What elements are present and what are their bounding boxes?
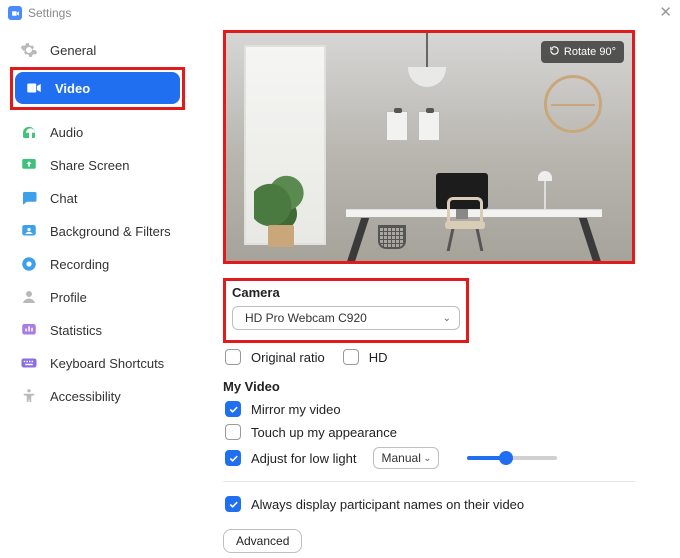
sidebar-item-profile[interactable]: Profile [10, 281, 185, 313]
slider-fill [467, 456, 501, 460]
statistics-icon [20, 321, 38, 339]
share-screen-icon [20, 156, 38, 174]
my-video-heading: My Video [223, 379, 660, 394]
rotate-label: Rotate 90° [564, 46, 616, 58]
sidebar-item-label: Accessibility [50, 389, 121, 404]
settings-window: General Video Audio Share Screen [0, 26, 680, 558]
headphones-icon [20, 123, 38, 141]
recording-icon [20, 255, 38, 273]
chat-icon [20, 189, 38, 207]
zoom-logo-icon [8, 6, 22, 20]
sidebar-item-label: Statistics [50, 323, 102, 338]
camera-selected-value: HD Pro Webcam C920 [245, 311, 367, 325]
display-names-checkbox[interactable] [225, 496, 241, 512]
video-preview: Rotate 90° [226, 33, 632, 261]
sidebar-item-label: Chat [50, 191, 77, 206]
rotate-icon [549, 45, 560, 59]
mirror-video-checkbox[interactable] [225, 401, 241, 417]
low-light-label: Adjust for low light [251, 451, 357, 466]
camera-heading: Camera [232, 285, 460, 300]
sidebar-item-audio[interactable]: Audio [10, 116, 185, 148]
low-light-checkbox[interactable] [225, 450, 241, 466]
sidebar: General Video Audio Share Screen [0, 26, 195, 558]
sidebar-item-label: Video [55, 81, 90, 96]
touch-up-checkbox[interactable] [225, 424, 241, 440]
video-settings-panel: Rotate 90° Camera HD Pro Webcam C920 ⌄ O… [195, 26, 680, 558]
sidebar-item-share-screen[interactable]: Share Screen [10, 149, 185, 181]
highlight-camera-section: Camera HD Pro Webcam C920 ⌄ [223, 278, 469, 343]
profile-icon [20, 288, 38, 306]
mirror-video-label: Mirror my video [251, 402, 341, 417]
chevron-down-icon: ⌄ [443, 313, 451, 324]
gear-icon [20, 41, 38, 59]
sidebar-item-label: Share Screen [50, 158, 130, 173]
low-light-slider[interactable] [467, 456, 557, 460]
camera-options-row: Original ratio HD [225, 349, 660, 365]
original-ratio-label: Original ratio [251, 350, 325, 365]
sidebar-item-label: Recording [50, 257, 109, 272]
sidebar-item-chat[interactable]: Chat [10, 182, 185, 214]
accessibility-icon [20, 387, 38, 405]
highlight-video-nav: Video [10, 67, 185, 110]
sidebar-item-label: Keyboard Shortcuts [50, 356, 164, 371]
sidebar-item-label: Profile [50, 290, 87, 305]
camera-select[interactable]: HD Pro Webcam C920 ⌄ [232, 306, 460, 330]
original-ratio-checkbox[interactable] [225, 349, 241, 365]
close-icon[interactable]: ✕ [659, 3, 672, 21]
advanced-button[interactable]: Advanced [223, 529, 302, 553]
sidebar-item-label: General [50, 43, 96, 58]
sidebar-item-accessibility[interactable]: Accessibility [10, 380, 185, 412]
divider [223, 481, 635, 482]
window-title: Settings [28, 6, 71, 20]
chevron-down-icon: ⌄ [423, 453, 431, 464]
titlebar: Settings ✕ [0, 0, 680, 26]
sidebar-item-background-filters[interactable]: Background & Filters [10, 215, 185, 247]
highlight-video-preview: Rotate 90° [223, 30, 635, 264]
low-light-mode-select[interactable]: Manual ⌄ [373, 447, 439, 469]
display-names-label: Always display participant names on thei… [251, 497, 524, 512]
slider-thumb[interactable] [499, 451, 513, 465]
rotate-90-button[interactable]: Rotate 90° [541, 41, 624, 63]
sidebar-item-statistics[interactable]: Statistics [10, 314, 185, 346]
sidebar-item-label: Audio [50, 125, 83, 140]
sidebar-item-label: Background & Filters [50, 224, 171, 239]
low-light-mode-value: Manual [382, 451, 421, 465]
keyboard-icon [20, 354, 38, 372]
hd-label: HD [369, 350, 388, 365]
sidebar-item-keyboard-shortcuts[interactable]: Keyboard Shortcuts [10, 347, 185, 379]
sidebar-item-general[interactable]: General [10, 34, 185, 66]
background-filters-icon [20, 222, 38, 240]
touch-up-label: Touch up my appearance [251, 425, 397, 440]
video-camera-icon [25, 79, 43, 97]
sidebar-item-recording[interactable]: Recording [10, 248, 185, 280]
hd-checkbox[interactable] [343, 349, 359, 365]
sidebar-item-video[interactable]: Video [15, 72, 180, 104]
